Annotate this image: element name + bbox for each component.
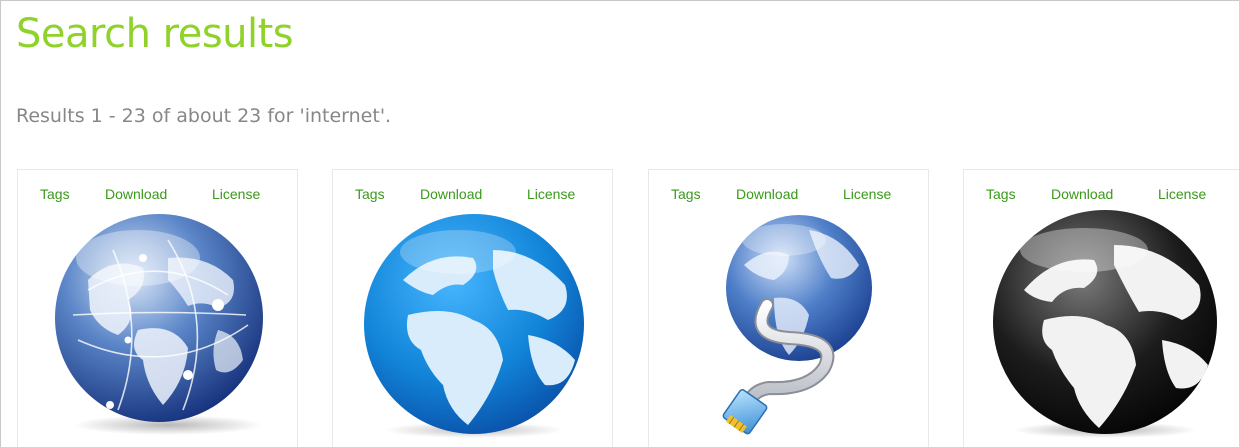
download-link[interactable]: Download bbox=[420, 186, 482, 202]
globe-network-cable-icon[interactable] bbox=[649, 210, 930, 440]
result-actions: Tags Download License bbox=[18, 186, 297, 206]
tags-link[interactable]: Tags bbox=[40, 186, 70, 202]
download-link[interactable]: Download bbox=[1051, 186, 1113, 202]
tags-link[interactable]: Tags bbox=[355, 186, 385, 202]
license-link[interactable]: License bbox=[843, 186, 891, 202]
download-link[interactable]: Download bbox=[736, 186, 798, 202]
result-actions: Tags Download License bbox=[649, 186, 928, 206]
search-results-page: Search results Results 1 - 23 of about 2… bbox=[0, 0, 1239, 447]
globe-network-icon[interactable] bbox=[18, 210, 299, 440]
result-card: Tags Download License bbox=[332, 169, 613, 447]
license-link[interactable]: License bbox=[212, 186, 260, 202]
globe-black-icon[interactable] bbox=[964, 210, 1239, 440]
tags-link[interactable]: Tags bbox=[671, 186, 701, 202]
results-summary: Results 1 - 23 of about 23 for 'internet… bbox=[16, 105, 392, 127]
page-title: Search results bbox=[16, 11, 294, 57]
tags-link[interactable]: Tags bbox=[986, 186, 1016, 202]
result-actions: Tags Download License bbox=[964, 186, 1239, 206]
result-card: Tags Download License bbox=[648, 169, 929, 447]
license-link[interactable]: License bbox=[527, 186, 575, 202]
result-card: Tags Download License bbox=[17, 169, 298, 447]
result-card: Tags Download License bbox=[963, 169, 1239, 447]
license-link[interactable]: License bbox=[1158, 186, 1206, 202]
globe-blue-icon[interactable] bbox=[333, 210, 614, 440]
download-link[interactable]: Download bbox=[105, 186, 167, 202]
result-actions: Tags Download License bbox=[333, 186, 612, 206]
